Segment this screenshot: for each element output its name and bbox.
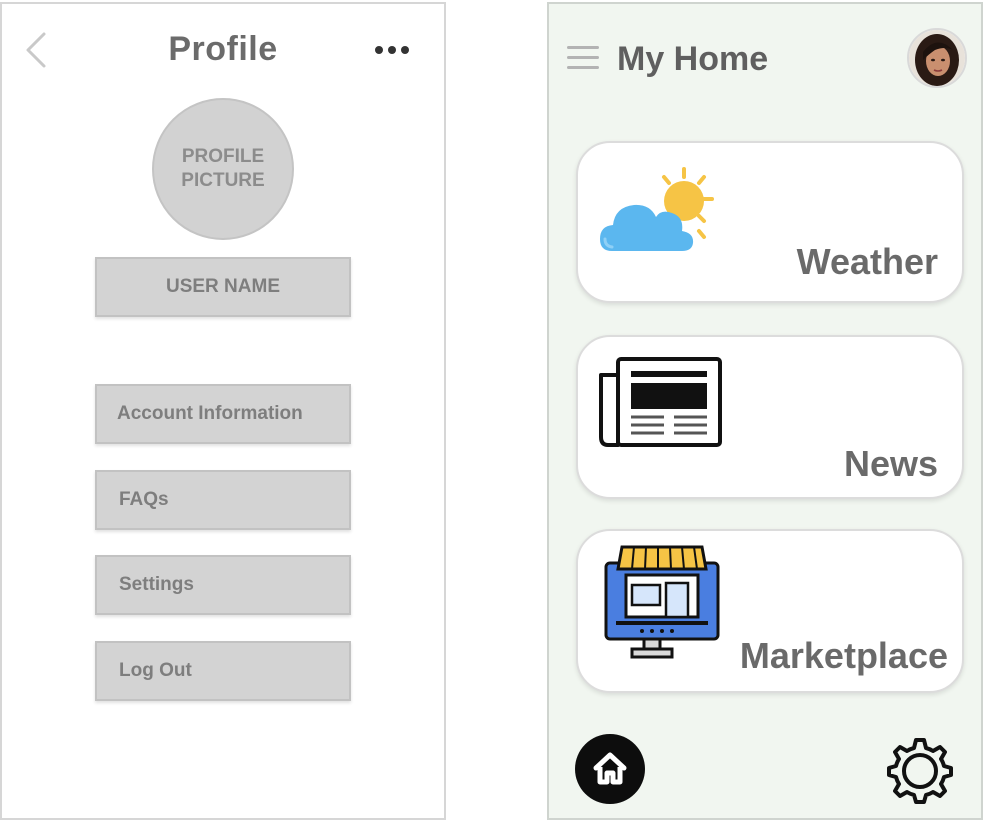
menu-item-log-out[interactable]: Log Out	[95, 641, 351, 701]
home-button[interactable]	[575, 734, 645, 804]
profile-picture-label: PROFILE PICTURE	[181, 146, 265, 191]
weather-label: Weather	[796, 241, 938, 282]
menu-item-label: Settings	[119, 574, 194, 595]
menu-item-faqs[interactable]: FAQs	[95, 470, 351, 530]
marketplace-icon	[604, 545, 720, 659]
page-title: My Home	[617, 40, 769, 78]
news-card[interactable]: News	[576, 335, 964, 499]
news-label: News	[843, 443, 938, 484]
avatar-photo	[909, 30, 965, 86]
marketplace-card[interactable]: Marketplace	[576, 529, 964, 693]
hamburger-icon[interactable]	[567, 46, 599, 74]
weather-icon	[600, 167, 714, 251]
home-screen: My Home Weather News Marketplace	[547, 2, 983, 820]
menu-item-settings[interactable]: Settings	[95, 555, 351, 615]
user-avatar[interactable]	[907, 28, 967, 88]
menu-item-label: FAQs	[119, 489, 169, 510]
menu-item-label: Log Out	[119, 660, 192, 681]
marketplace-label: Marketplace	[739, 635, 948, 676]
username-field: USER NAME	[95, 257, 351, 317]
home-icon	[593, 752, 627, 785]
newspaper-icon	[599, 357, 722, 447]
username-label: USER NAME	[165, 276, 280, 297]
menu-item-account-information[interactable]: Account Information	[95, 384, 351, 444]
profile-screen: Profile PROFILE PICTURE USER NAME Accoun…	[0, 2, 446, 820]
gear-icon[interactable]	[885, 736, 955, 806]
profile-picture-placeholder[interactable]: PROFILE PICTURE	[152, 98, 294, 240]
weather-card[interactable]: Weather	[576, 141, 964, 303]
menu-item-label: Account Information	[117, 403, 303, 424]
ellipsis-icon[interactable]	[372, 40, 412, 60]
